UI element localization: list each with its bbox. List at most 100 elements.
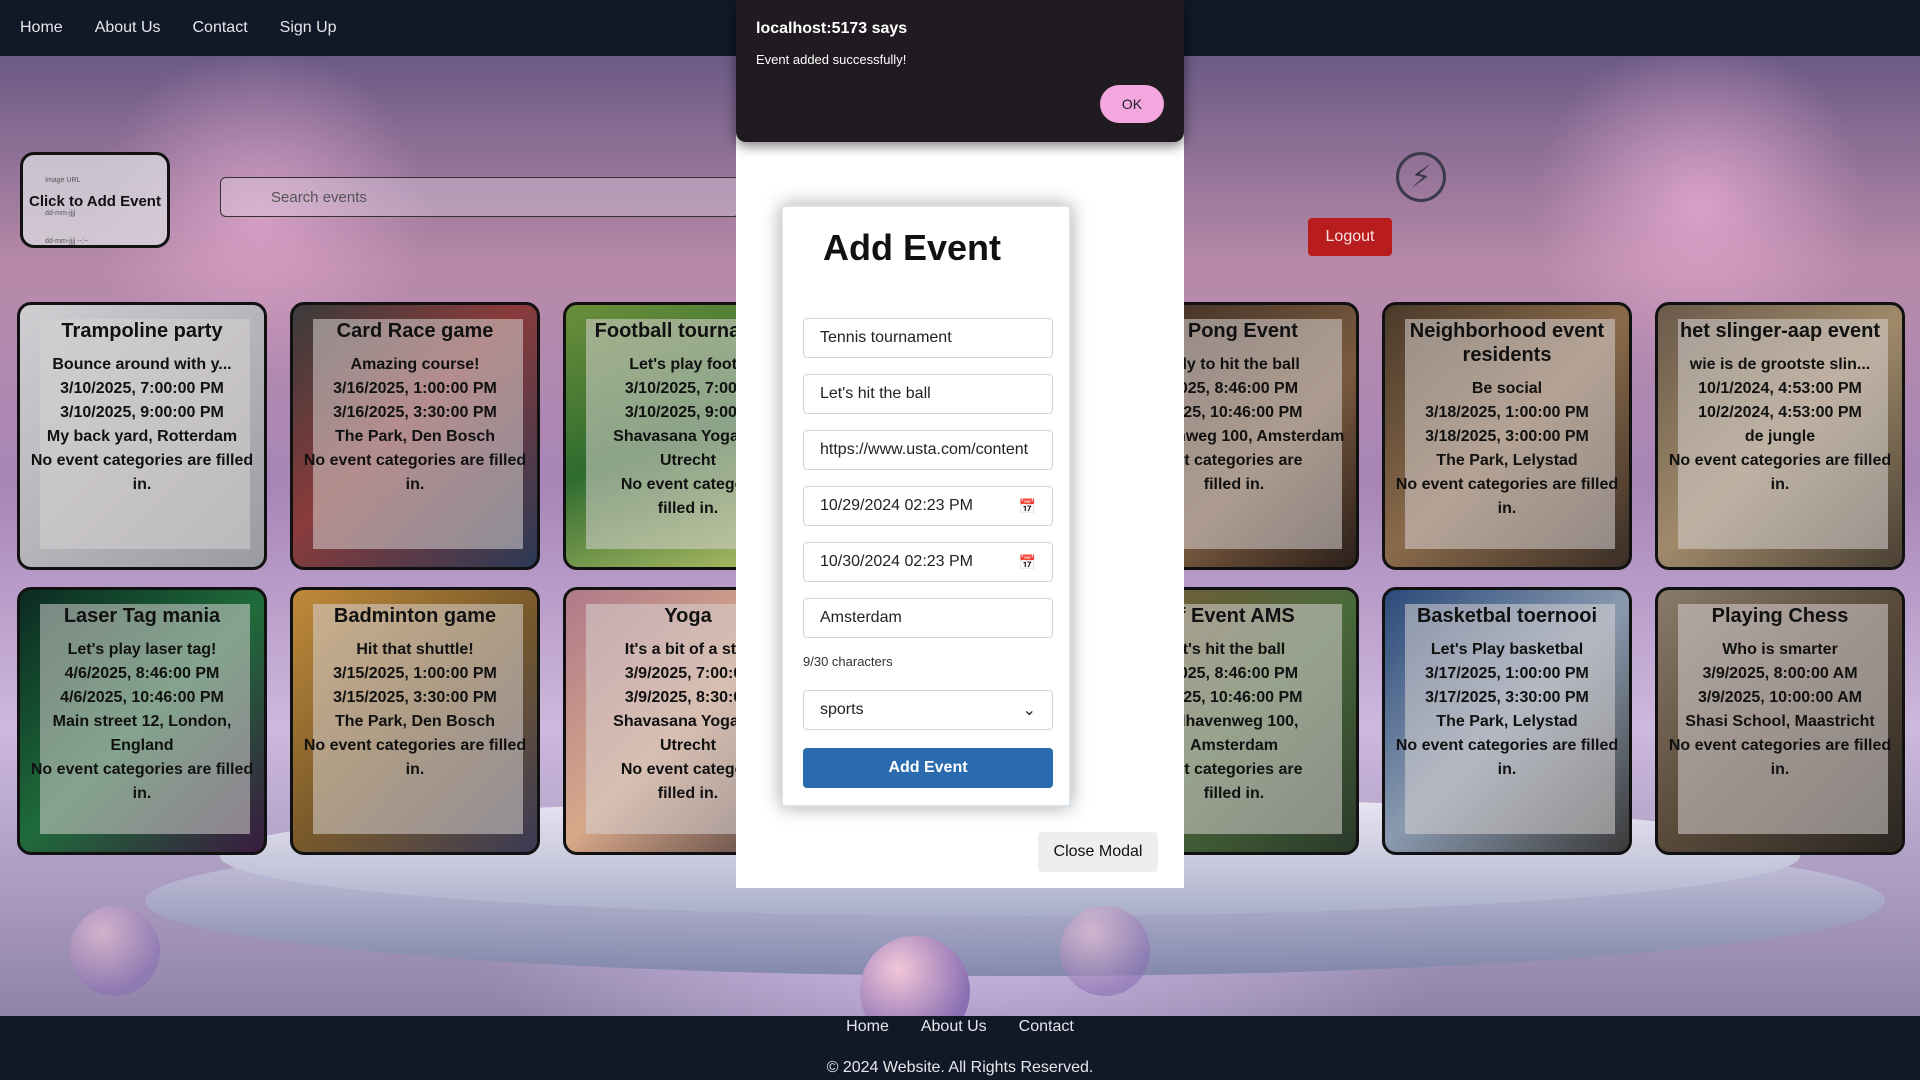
event-detail-line: No event categories are filled in.	[1395, 737, 1619, 778]
footer-nav: Home About Us Contact	[0, 1018, 1920, 1036]
event-detail-line: Main street 12, London, England	[52, 713, 232, 754]
event-detail-line: 3/18/2025, 1:00:00 PM	[1425, 404, 1589, 421]
form-title: Add Event	[823, 227, 1002, 268]
event-detail-line: My back yard, Rotterdam	[46, 428, 238, 445]
start-datetime-value: 10/29/2024 02:23 PM	[820, 497, 974, 514]
event-card-text: Card Race game Amazing course! 3/16/2025, …	[293, 319, 537, 497]
location-input[interactable]: Amsterdam	[803, 598, 1053, 638]
nav-home-link[interactable]: Home	[20, 19, 63, 37]
event-detail-line: 3/15/2025, 1:00:00 PM	[333, 665, 497, 682]
event-title: Neighborhood event residents	[1409, 320, 1605, 366]
add-event-label: Click to Add Event	[29, 193, 161, 210]
end-datetime-input[interactable]: 10/30/2024 02:23 PM 📅	[803, 542, 1053, 582]
event-detail-line: Let's play laser tag!	[67, 641, 217, 658]
footer-home-link[interactable]: Home	[846, 1018, 889, 1036]
footer-about-link[interactable]: About Us	[921, 1018, 987, 1036]
event-detail-line: 3/18/2025, 3:00:00 PM	[1425, 428, 1589, 445]
event-card-text: Trampoline party Bounce around with y... 3…	[20, 319, 264, 497]
event-detail-line: 3/9/2025, 10:00:00 AM	[1698, 689, 1862, 706]
event-detail-line: 3/15/2025, 3:30:00 PM	[333, 689, 497, 706]
image-url-hint: Image URL	[45, 177, 81, 184]
event-detail-line: 3/10/2025, 7:00:00 PM	[60, 380, 224, 397]
event-detail-line: The Park, Den Bosch	[334, 428, 496, 445]
event-card[interactable]: Neighborhood event residents Be social 3/1…	[1382, 302, 1632, 570]
event-detail-line: Bounce around with y...	[52, 356, 232, 373]
add-event-form: Add Event Tennis tournament Let's hit th…	[781, 205, 1071, 807]
event-detail-line: The Park, Den Bosch	[334, 713, 496, 730]
image-url-input-value: https://www.usta.com/content	[820, 441, 1029, 458]
date-hint: dd-mm-jjjj	[45, 210, 76, 217]
location-input-value: Amsterdam	[820, 609, 902, 626]
event-detail-line: No event categories are filled in.	[30, 761, 254, 802]
event-card-text: Basketbal toernooi Let's Play basketbal 3/…	[1385, 604, 1629, 782]
decor-orb	[1060, 906, 1150, 996]
event-card[interactable]: Playing Chess Who is smarter 3/9/2025, 8:0…	[1655, 587, 1905, 855]
footer: Home About Us Contact © 2024 Website. Al…	[0, 1016, 1920, 1080]
event-card-text: het slinger-aap event wie is de grootste …	[1658, 319, 1902, 497]
event-detail-line: 3/17/2025, 3:30:00 PM	[1425, 689, 1589, 706]
event-detail-line: 10/2/2024, 4:53:00 PM	[1698, 404, 1862, 421]
event-detail-line: 3/16/2025, 1:00:00 PM	[333, 380, 497, 397]
calendar-icon[interactable]: 📅	[1019, 498, 1036, 515]
event-title: Badminton game	[333, 605, 497, 627]
browser-alert-dialog: localhost:5173 says Event added successf…	[736, 0, 1184, 142]
event-card[interactable]: Trampoline party Bounce around with y... 3…	[17, 302, 267, 570]
event-detail-line: Shasi School, Maastricht	[1685, 713, 1875, 730]
character-counter: 9/30 characters	[803, 654, 893, 669]
event-title: Card Race game	[336, 320, 494, 342]
alert-title: localhost:5173 says	[756, 20, 908, 37]
event-title: Trampoline party	[61, 320, 223, 342]
event-detail-line: No event categories are filled in.	[303, 737, 527, 778]
alert-message: Event added successfully!	[756, 52, 907, 67]
event-detail-line: 4/6/2025, 8:46:00 PM	[64, 665, 220, 682]
nav-signup-link[interactable]: Sign Up	[280, 19, 337, 37]
event-detail-line: de jungle	[1744, 428, 1816, 445]
image-url-input[interactable]: https://www.usta.com/content	[803, 430, 1053, 470]
add-event-card[interactable]: Image URL dd-mm-jjjj dd-mm-jjjj --:-- Cl…	[20, 152, 170, 248]
event-card[interactable]: het slinger-aap event wie is de grootste …	[1655, 302, 1905, 570]
lightning-logo-icon: ⚡	[1396, 152, 1446, 202]
event-title: het slinger-aap event	[1679, 320, 1881, 342]
event-detail-line: 10/1/2024, 4:53:00 PM	[1698, 380, 1862, 397]
category-select-value: sports	[820, 701, 864, 718]
category-select[interactable]: sports ⌄	[803, 690, 1053, 730]
copyright-text: © 2024 Website. All Rights Reserved.	[826, 1059, 1094, 1076]
alert-ok-button[interactable]: OK	[1100, 85, 1164, 123]
datetime-hint: dd-mm-jjjj --:--	[45, 238, 89, 245]
add-event-submit-button[interactable]: Add Event	[803, 748, 1053, 788]
event-card[interactable]: Card Race game Amazing course! 3/16/2025, …	[290, 302, 540, 570]
calendar-icon[interactable]: 📅	[1019, 554, 1036, 571]
event-title: Laser Tag mania	[63, 605, 221, 627]
event-detail-line: Let's Play basketbal	[1430, 641, 1584, 658]
decor-orb	[70, 906, 160, 996]
event-detail-line: No event categories are filled in.	[30, 452, 254, 493]
event-card-text: Neighborhood event residents Be social 3/1…	[1385, 319, 1629, 521]
event-detail-line: The Park, Lelystad	[1436, 452, 1578, 469]
search-input[interactable]	[220, 177, 740, 217]
event-card-text: Badminton game Hit that shuttle! 3/15/2025…	[293, 604, 537, 782]
close-modal-button[interactable]: Close Modal	[1038, 832, 1158, 872]
event-card[interactable]: Basketbal toernooi Let's Play basketbal 3/…	[1382, 587, 1632, 855]
event-detail-line: 3/17/2025, 1:00:00 PM	[1425, 665, 1589, 682]
start-datetime-input[interactable]: 10/29/2024 02:23 PM 📅	[803, 486, 1053, 526]
event-detail-line: Hit that shuttle!	[356, 641, 474, 658]
event-card[interactable]: Laser Tag mania Let's play laser tag! 4/6/…	[17, 587, 267, 855]
description-input[interactable]: Let's hit the ball	[803, 374, 1053, 414]
event-detail-line: Who is smarter	[1722, 641, 1838, 658]
title-input[interactable]: Tennis tournament	[803, 318, 1053, 358]
event-detail-line: No event categories are filled in.	[1668, 737, 1892, 778]
event-card-text: Playing Chess Who is smarter 3/9/2025, 8:0…	[1658, 604, 1902, 782]
event-card-text: Laser Tag mania Let's play laser tag! 4/6/…	[20, 604, 264, 806]
event-detail-line: 4/6/2025, 10:46:00 PM	[60, 689, 224, 706]
nav-about-link[interactable]: About Us	[95, 19, 161, 37]
title-input-value: Tennis tournament	[820, 329, 952, 346]
footer-contact-link[interactable]: Contact	[1019, 1018, 1074, 1036]
event-detail-line: No event categories are filled in.	[303, 452, 527, 493]
event-card[interactable]: Badminton game Hit that shuttle! 3/15/2025…	[290, 587, 540, 855]
logout-button[interactable]: Logout	[1308, 218, 1392, 256]
event-detail-line: 3/10/2025, 9:00:00 PM	[60, 404, 224, 421]
end-datetime-value: 10/30/2024 02:23 PM	[820, 553, 974, 570]
nav-contact-link[interactable]: Contact	[193, 19, 248, 37]
event-detail-line: No event categories are filled in.	[1395, 476, 1619, 517]
event-detail-line: Be social	[1471, 380, 1543, 397]
